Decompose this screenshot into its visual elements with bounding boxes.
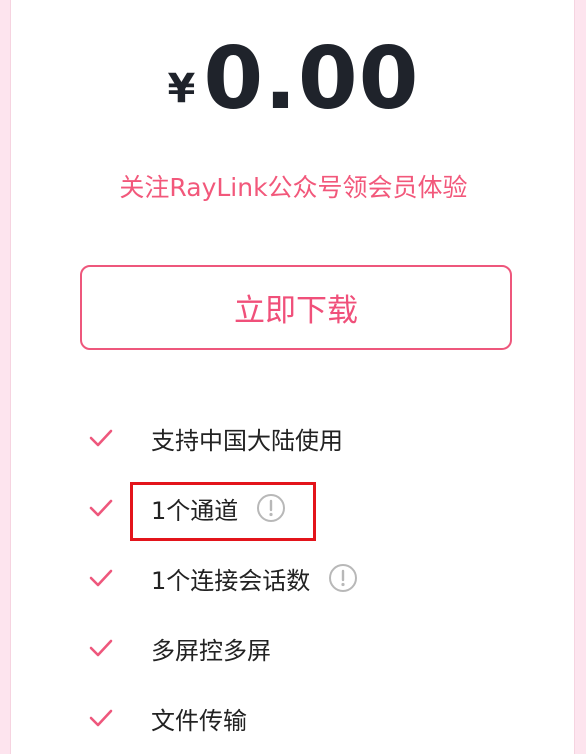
- feature-label: 文件传输: [151, 706, 247, 735]
- feature-label: 支持中国大陆使用: [151, 426, 343, 455]
- highlight-box: [130, 482, 316, 541]
- price-amount: 0.00: [203, 29, 420, 129]
- promo-subtitle: 关注RayLink公众号领会员体验: [119, 173, 468, 202]
- pricing-card: ¥0.00 关注RayLink公众号领会员体验 立即下载 支持中国大陆使用 1个…: [10, 0, 575, 754]
- feature-item-sessions: 1个连接会话数: [89, 560, 358, 596]
- check-icon: [89, 709, 113, 727]
- check-icon: [89, 639, 113, 657]
- currency-symbol: ¥: [167, 66, 196, 112]
- check-icon: [89, 429, 113, 447]
- feature-label: 1个连接会话数: [151, 566, 311, 595]
- check-icon: [89, 569, 113, 587]
- info-icon[interactable]: [328, 563, 358, 593]
- feature-item-file-transfer: 文件传输: [89, 700, 247, 736]
- feature-item-mainland: 支持中国大陆使用: [89, 420, 343, 456]
- check-icon: [89, 499, 113, 517]
- feature-item-multiscreen: 多屏控多屏: [89, 630, 271, 666]
- price: ¥0.00: [11, 36, 576, 122]
- download-button[interactable]: 立即下载: [80, 265, 512, 350]
- feature-label: 多屏控多屏: [151, 636, 271, 665]
